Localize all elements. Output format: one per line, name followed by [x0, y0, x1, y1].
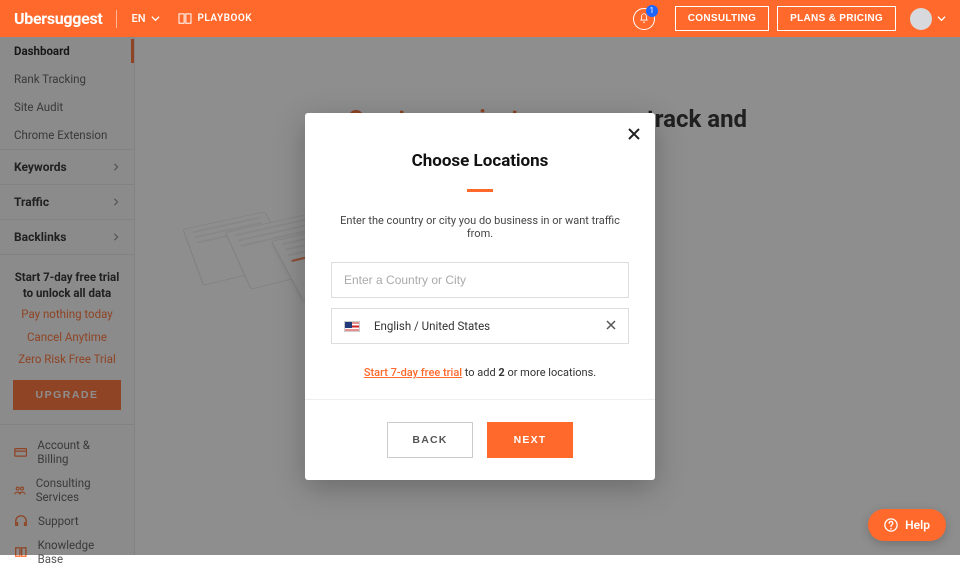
avatar [910, 8, 932, 30]
upsell-text: Start 7-day free trial to add 2 or more … [331, 366, 629, 379]
topbar: Ubersuggest EN PLAYBOOK 1 CONSULTING PLA… [0, 0, 960, 37]
help-button[interactable]: Help [868, 509, 946, 541]
location-input[interactable] [331, 262, 629, 298]
help-icon [884, 518, 898, 532]
notifications-button[interactable]: 1 [633, 8, 655, 30]
playbook-label: PLAYBOOK [198, 13, 253, 24]
chevron-down-icon [937, 14, 946, 23]
close-icon [606, 320, 616, 330]
notification-badge: 1 [646, 5, 658, 17]
plans-pricing-button[interactable]: PLANS & PRICING [777, 6, 896, 31]
modal-footer: BACK NEXT [305, 399, 655, 480]
language-selector[interactable]: EN [131, 12, 159, 25]
book-icon [178, 13, 192, 25]
modal-subtitle: Enter the country or city you do busines… [331, 214, 629, 240]
close-button[interactable] [627, 127, 641, 145]
title-rule [467, 189, 493, 192]
playbook-link[interactable]: PLAYBOOK [178, 13, 253, 25]
start-trial-link[interactable]: Start 7-day free trial [364, 366, 462, 379]
selected-location-label: English / United States [374, 319, 592, 333]
back-button[interactable]: BACK [387, 422, 473, 458]
help-label: Help [905, 518, 930, 532]
divider [116, 10, 117, 28]
consulting-button[interactable]: CONSULTING [675, 6, 769, 31]
modal-title: Choose Locations [331, 151, 629, 171]
language-label: EN [131, 12, 145, 25]
account-menu[interactable] [910, 8, 946, 30]
choose-locations-modal: Choose Locations Enter the country or ci… [305, 113, 655, 480]
us-flag-icon [344, 321, 360, 332]
close-icon [627, 127, 641, 141]
selected-location: English / United States [331, 308, 629, 344]
next-button[interactable]: NEXT [487, 422, 573, 458]
chevron-down-icon [151, 14, 160, 23]
brand-logo[interactable]: Ubersuggest [14, 9, 102, 28]
remove-location-button[interactable] [606, 319, 616, 333]
